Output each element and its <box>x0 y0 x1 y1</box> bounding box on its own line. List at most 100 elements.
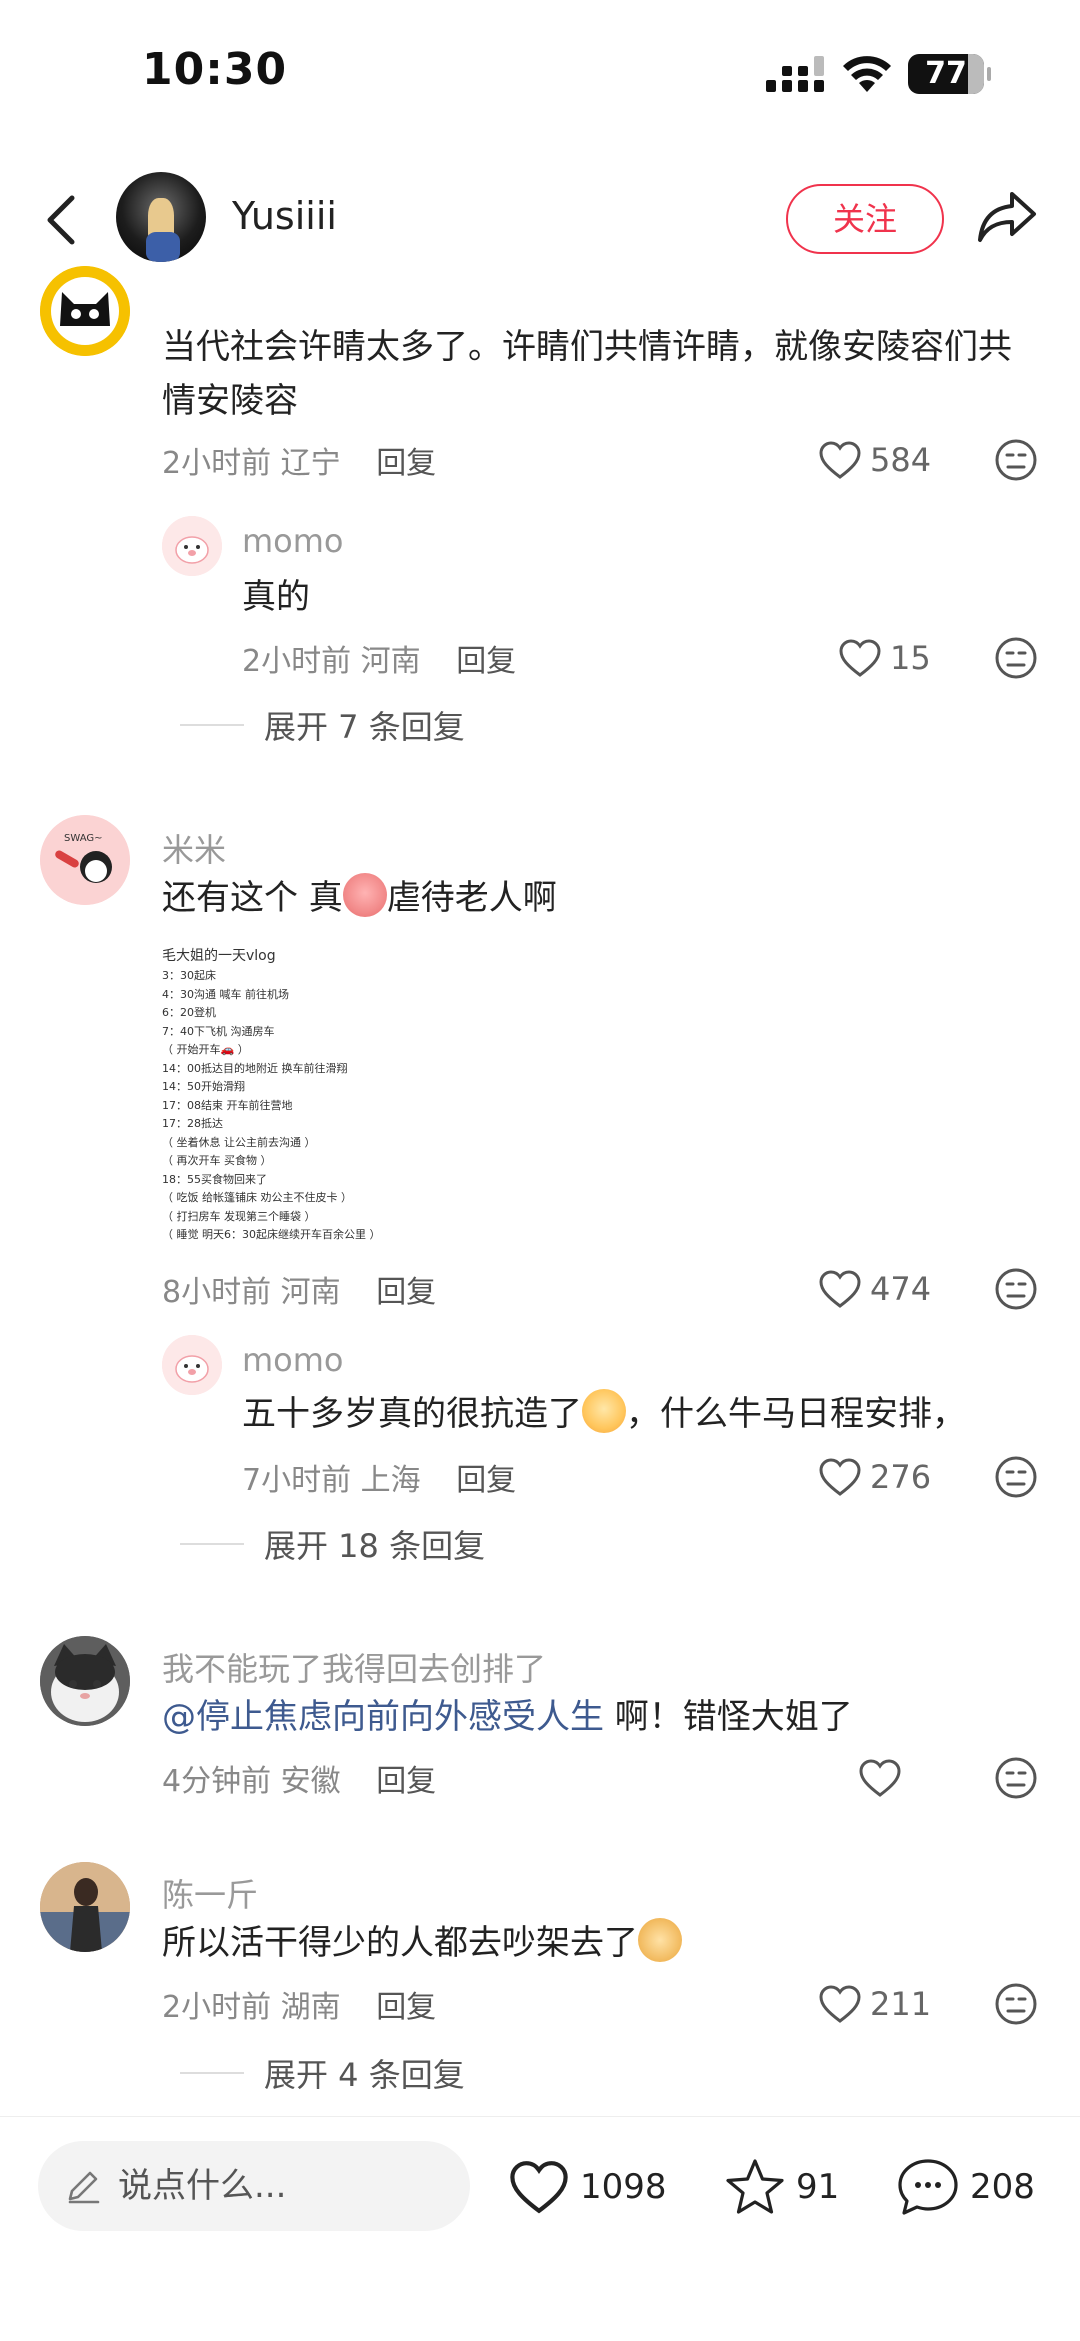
like-button[interactable]: 474 <box>818 1267 931 1311</box>
image-text-line: （ 坐着休息 让公主前去沟通 ） <box>162 1135 316 1149</box>
reply-text: 真的 <box>242 577 310 617</box>
expand-replies-button[interactable]: 展开 4 条回复 <box>180 2050 465 2096</box>
like-button[interactable]: 584 <box>818 438 931 482</box>
author-name[interactable]: Yusiiii <box>232 194 337 238</box>
heart-icon <box>819 441 861 479</box>
comment-meta: 4分钟前 安徽 回复 <box>162 1756 436 1800</box>
heart-icon <box>819 1985 861 2023</box>
back-arrow-icon[interactable] <box>38 190 86 250</box>
like-count: 584 <box>870 441 932 479</box>
crying-emoji-icon <box>342 873 387 917</box>
battery-level: 77 <box>925 56 967 91</box>
comment-meta: 8小时前 河南 回复 <box>162 1267 436 1311</box>
comment-location: 湖南 <box>280 1990 341 2025</box>
heart-icon <box>819 1270 861 1308</box>
image-text-line: 4：30沟通 喊车 前往机场 <box>162 987 289 1001</box>
post-header: Yusiiii 关注 <box>0 150 1080 286</box>
follow-button[interactable]: 关注 <box>786 184 944 254</box>
like-button[interactable] <box>858 1756 910 1800</box>
image-text-line: 6：20登机 <box>162 1006 216 1019</box>
reply-button[interactable]: 回复 <box>456 1463 516 1498</box>
reply-button[interactable]: 回复 <box>376 1275 436 1310</box>
girl-avatar-icon: SWAG~ <box>40 815 130 905</box>
wifi-icon <box>843 56 891 92</box>
comment-username[interactable]: 陈一斤 <box>162 1870 258 1916</box>
status-bar: 10:30 77 <box>0 0 1080 150</box>
dislike-face-icon[interactable] <box>994 438 1038 482</box>
doge-emoji-icon <box>638 1918 682 1962</box>
comment-username[interactable]: 我不能玩了我得回去创排了 <box>162 1644 546 1690</box>
comment-bubble-icon <box>898 2159 958 2215</box>
image-title: 毛大姐的一天vlog <box>162 948 276 964</box>
comment-text-part: 虐待老人啊 <box>386 878 557 918</box>
commenter-avatar[interactable] <box>40 1862 130 1952</box>
comment-image[interactable]: 毛大姐的一天vlog 3：30起床 4：30沟通 喊车 前往机场 6：20登机 7：4… <box>162 945 442 1255</box>
image-text-line: （ 再次开车 买食物 ） <box>162 1154 272 1167</box>
image-text-line: 7：40下飞机 沟通房车 <box>162 1024 275 1038</box>
reply-text-part: ，什么牛马日程安排， <box>626 1394 966 1434</box>
like-count: 211 <box>870 1985 932 2023</box>
dislike-face-icon[interactable] <box>994 1982 1038 2026</box>
status-time: 10:30 <box>142 44 288 95</box>
commenter-avatar[interactable]: SWAG~ <box>40 815 130 905</box>
dislike-face-icon[interactable] <box>994 1455 1038 1499</box>
pig-avatar-icon <box>162 516 222 576</box>
comment-text: 所以活干得少的人都去吵架去了 <box>162 1916 1042 1970</box>
comment-location: 安徽 <box>280 1764 341 1799</box>
reply-button[interactable]: 回复 <box>376 1764 436 1799</box>
comment-time: 4分钟前 <box>162 1764 272 1799</box>
reply-button[interactable]: 回复 <box>376 446 436 481</box>
reply-avatar[interactable] <box>162 516 222 576</box>
reply-username[interactable]: momo <box>242 522 344 560</box>
share-icon[interactable] <box>976 188 1038 246</box>
reply-avatar[interactable] <box>162 1335 222 1395</box>
like-count: 276 <box>870 1458 932 1496</box>
post-comment-button[interactable]: 208 <box>896 2157 1035 2217</box>
dislike-face-icon[interactable] <box>994 1267 1038 1311</box>
reply-button[interactable]: 回复 <box>456 644 516 679</box>
comment-time: 2小时前 <box>162 1990 272 2025</box>
star-icon <box>726 2159 784 2214</box>
like-button[interactable]: 211 <box>818 1982 931 2026</box>
comment-input-box[interactable] <box>38 2141 470 2231</box>
image-text-lines: 3：30起床 4：30沟通 喊车 前往机场 6：20登机 7：40下飞机 沟通房车 （ … <box>162 967 442 1245</box>
image-text-line: （ 吃饭 给帐篷铺床 劝公主不住皮卡 ） <box>162 1191 352 1204</box>
comment-time: 8小时前 <box>162 1275 272 1310</box>
comment-text-part: 所以活干得少的人都去吵架去了 <box>162 1923 638 1963</box>
image-text-line: 17：28抵达 <box>162 1117 223 1130</box>
image-text-line: 18：55买食物回来了 <box>162 1172 267 1186</box>
expand-replies-button[interactable]: 展开 18 条回复 <box>180 1521 485 1567</box>
reply-meta: 7小时前 上海 回复 <box>242 1455 516 1499</box>
reply-location: 上海 <box>360 1463 421 1498</box>
commenter-avatar[interactable] <box>40 266 130 356</box>
mention-link[interactable]: @停止焦虑向前向外感受人生 <box>162 1697 604 1737</box>
laughing-crying-emoji-icon <box>582 1389 626 1433</box>
comment-time: 2小时前 <box>162 446 272 481</box>
heart-icon <box>859 1759 901 1797</box>
like-button[interactable]: 15 <box>838 636 931 680</box>
reply-username[interactable]: momo <box>242 1341 344 1379</box>
battery-indicator: 77 <box>908 54 991 94</box>
commenter-avatar[interactable] <box>40 1636 130 1726</box>
reply-button[interactable]: 回复 <box>376 1990 436 2025</box>
heart-icon <box>819 1458 861 1496</box>
post-collect-count: 91 <box>796 2167 840 2207</box>
cellular-signal-icon <box>766 56 824 92</box>
comment-input[interactable] <box>118 2166 448 2206</box>
cat-photo-avatar-icon <box>40 1636 130 1726</box>
reply-meta: 2小时前 河南 回复 <box>242 636 516 680</box>
dislike-face-icon[interactable] <box>994 1756 1038 1800</box>
post-like-button[interactable]: 1098 <box>508 2157 667 2217</box>
author-avatar[interactable] <box>116 172 206 262</box>
comment-text: @停止焦虑向前向外感受人生 啊！错怪大姐了 <box>162 1690 1042 1744</box>
reply-time: 2小时前 <box>242 644 352 679</box>
heart-icon <box>510 2161 568 2214</box>
like-count: 15 <box>890 639 931 677</box>
comment-username[interactable]: 米米 <box>162 825 226 871</box>
post-collect-button[interactable]: 91 <box>724 2157 839 2217</box>
like-button[interactable]: 276 <box>818 1455 931 1499</box>
like-count: 474 <box>870 1270 932 1308</box>
reply-time: 7小时前 <box>242 1463 352 1498</box>
expand-replies-button[interactable]: 展开 7 条回复 <box>180 702 465 748</box>
dislike-face-icon[interactable] <box>994 636 1038 680</box>
